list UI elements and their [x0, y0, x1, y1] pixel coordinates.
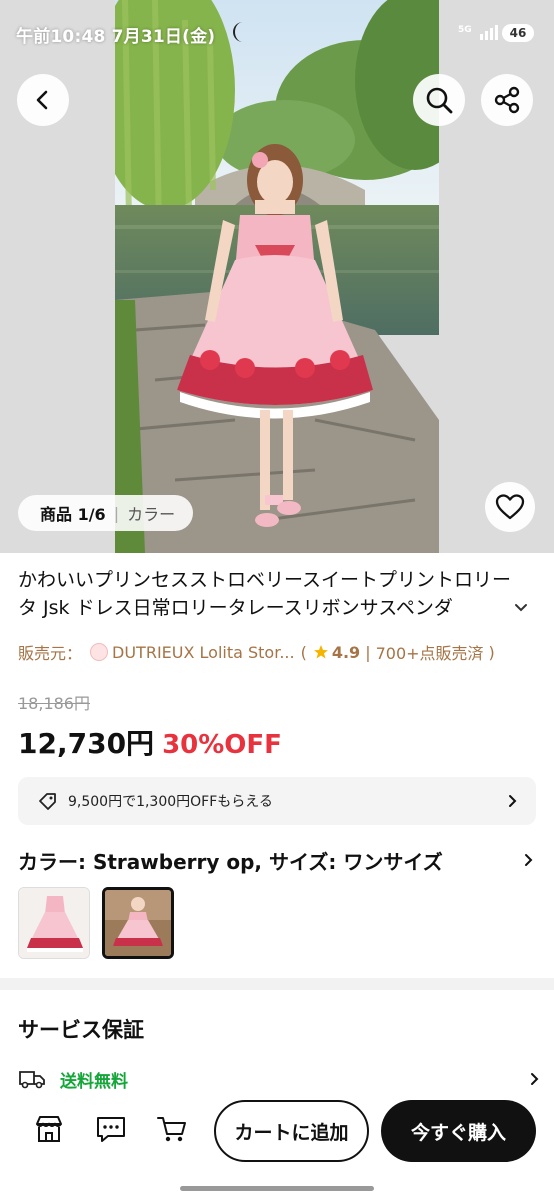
truck-icon — [19, 1071, 45, 1089]
chevron-right-icon — [509, 795, 517, 807]
chevron-right-icon — [525, 854, 533, 866]
signal-icon: 5G — [458, 25, 498, 40]
bottom-action-bar: カートに追加 今すぐ購入 — [0, 1098, 554, 1200]
image-counter[interactable]: 商品 1/6 | カラー — [18, 495, 194, 531]
service-guarantee-title: サービス保証 — [18, 1018, 144, 1042]
add-to-cart-button[interactable]: カートに追加 — [214, 1100, 369, 1162]
status-bar: 午前10:48 7月31日(金) 5G 46 — [0, 0, 554, 66]
tab-color[interactable]: カラー — [127, 501, 175, 525]
star-icon — [313, 645, 328, 659]
favorite-button[interactable] — [485, 482, 535, 532]
original-price: 18,186円 — [18, 694, 90, 713]
free-shipping-label: 送料無料 — [60, 1071, 128, 1092]
image-counter-separator: | — [113, 503, 120, 523]
seller-info[interactable]: 販売元： DUTRIEUX Lolita Stor... ( 4.9 | 700… — [18, 640, 495, 664]
rating-close: ) — [488, 642, 495, 662]
variant-thumbnail-model[interactable] — [102, 887, 174, 959]
chevron-right-icon — [531, 1073, 539, 1085]
price-row: 12,730円 30%OFF — [18, 722, 282, 762]
sold-count: 700+点販売済 — [375, 644, 484, 663]
status-time: 午前10:48 7月31日(金) — [16, 27, 216, 47]
coupon-banner[interactable]: 9,500円で1,300円OFFもらえる — [18, 777, 536, 825]
variant-label: カラー: Strawberry op, サイズ: ワンサイズ — [18, 849, 443, 874]
discount-badge: 30%OFF — [162, 730, 282, 760]
chat-icon[interactable] — [94, 1112, 128, 1146]
buy-now-button[interactable]: 今すぐ購入 — [381, 1100, 536, 1162]
chevron-down-icon[interactable] — [512, 598, 530, 616]
search-icon — [426, 87, 453, 114]
seller-rating: 4.9 — [331, 642, 361, 662]
image-counter-label: 商品 1/6 — [40, 505, 106, 524]
section-divider — [0, 978, 554, 990]
coupon-text: 9,500円で1,300円OFFもらえる — [68, 794, 273, 810]
seller-prefix: 販売元： — [18, 644, 83, 663]
search-button[interactable] — [413, 74, 465, 126]
back-button[interactable] — [17, 74, 69, 126]
sale-price: 12,730円 — [18, 727, 155, 760]
battery-indicator: 46 — [502, 24, 534, 42]
variant-thumbnail-front[interactable] — [18, 887, 90, 959]
product-photo[interactable] — [115, 0, 439, 553]
variant-selector[interactable]: カラー: Strawberry op, サイズ: ワンサイズ — [18, 845, 536, 875]
product-title: かわいいプリンセスストロベリースイートプリントロリータ Jsk ドレス日常ロリー… — [18, 569, 512, 619]
seller-avatar — [90, 643, 109, 661]
variant-thumbnails — [18, 887, 186, 959]
back-icon — [36, 90, 48, 110]
store-icon[interactable] — [32, 1112, 66, 1146]
home-indicator[interactable] — [180, 1186, 374, 1191]
shipping-row[interactable]: 送料無料 — [18, 1064, 542, 1094]
cart-icon[interactable] — [155, 1112, 189, 1146]
seller-name[interactable]: DUTRIEUX Lolita Stor... — [112, 643, 295, 662]
tag-icon — [39, 793, 56, 810]
share-button[interactable] — [481, 74, 533, 126]
rating-open: ( — [300, 642, 307, 662]
share-icon — [494, 86, 520, 114]
svg-text:5G: 5G — [458, 25, 472, 35]
moon-icon — [233, 22, 243, 42]
product-image-gallery[interactable]: 午前10:48 7月31日(金) 5G 46 商品 1/6 | カラー — [0, 0, 554, 553]
heart-icon — [495, 494, 525, 520]
rating-separator: | — [365, 642, 371, 662]
